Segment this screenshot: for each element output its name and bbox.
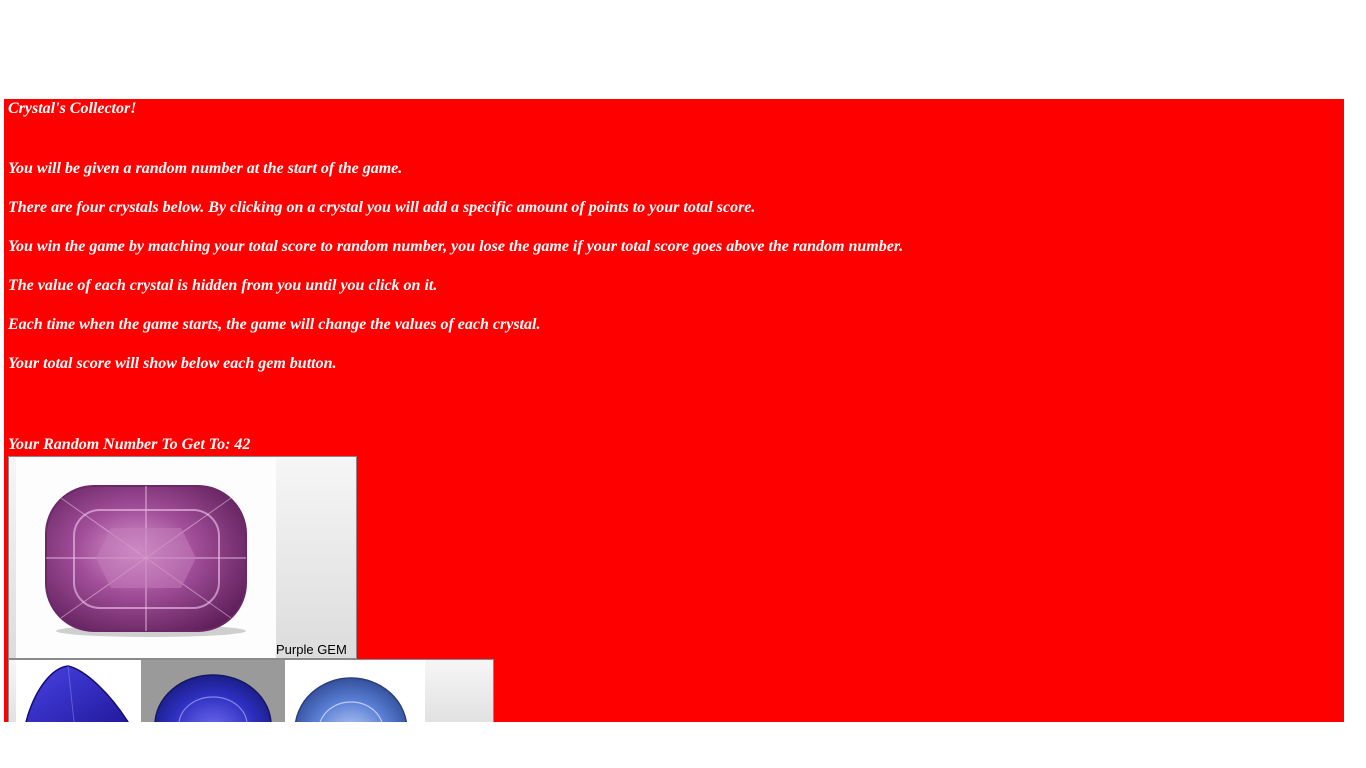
- random-number-display: Your Random Number To Get To: 42: [8, 436, 251, 453]
- instruction-2: There are four crystals below. By clicki…: [8, 199, 756, 216]
- blue-round-gem-icon: [141, 660, 285, 722]
- instruction-4: The value of each crystal is hidden from…: [8, 277, 438, 294]
- purple-gem-icon: [16, 458, 276, 658]
- purple-gem-button[interactable]: Purple GEM: [8, 456, 357, 659]
- game-panel: Crystal's Collector! You will be given a…: [4, 99, 1344, 722]
- game-title: Crystal's Collector!: [8, 100, 137, 117]
- purple-gem-label: Purple GEM: [276, 642, 347, 657]
- instruction-6: Your total score will show below each ge…: [8, 355, 337, 372]
- gem-button-row[interactable]: [8, 659, 494, 722]
- instruction-3: You win the game by matching your total …: [8, 238, 904, 255]
- instruction-5: Each time when the game starts, the game…: [8, 316, 541, 333]
- blue-trillion-gem-icon: [16, 660, 141, 722]
- instruction-1: You will be given a random number at the…: [8, 160, 403, 177]
- light-blue-gem-icon: [285, 660, 425, 722]
